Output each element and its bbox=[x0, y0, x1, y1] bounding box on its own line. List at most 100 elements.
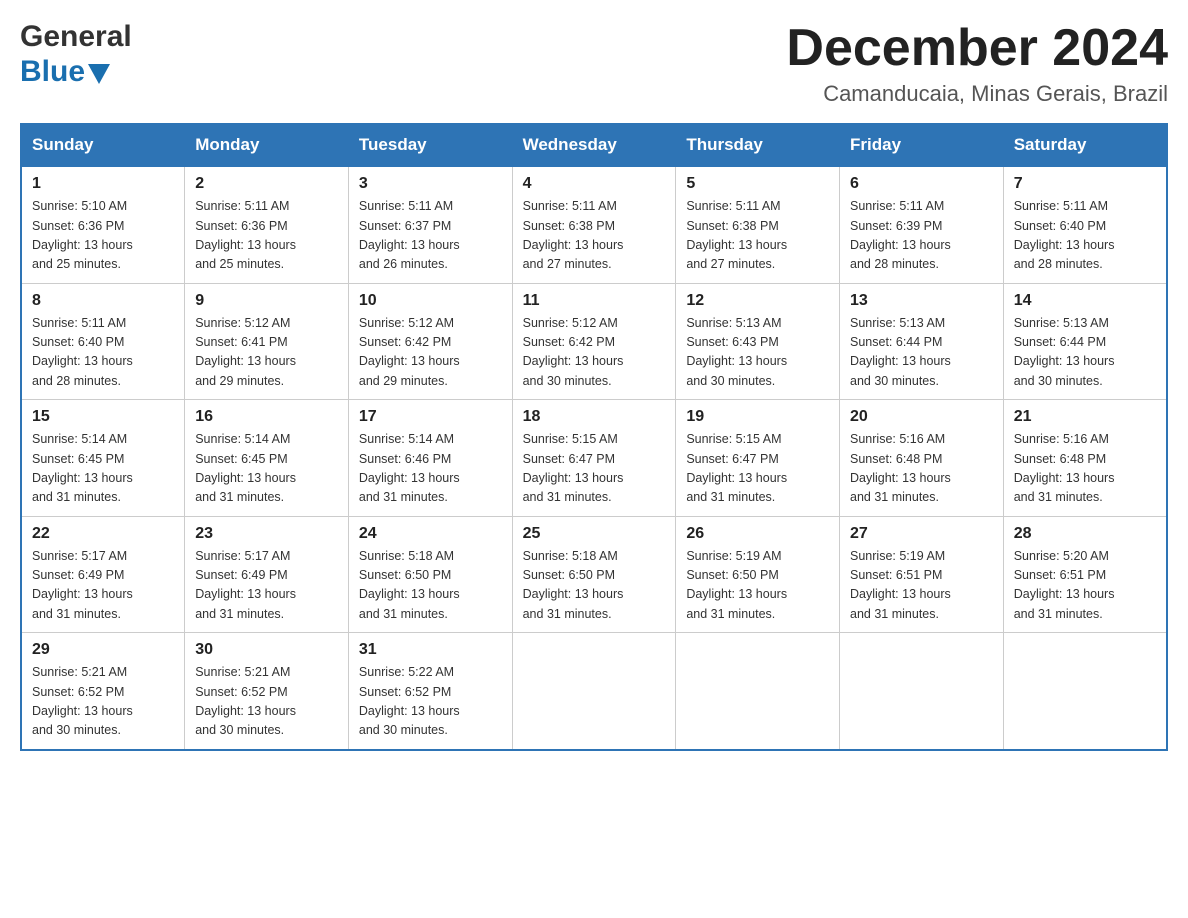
day-info: Sunrise: 5:18 AMSunset: 6:50 PMDaylight:… bbox=[523, 547, 666, 625]
calendar-day-cell: 30 Sunrise: 5:21 AMSunset: 6:52 PMDayligh… bbox=[185, 633, 349, 750]
day-info: Sunrise: 5:21 AMSunset: 6:52 PMDaylight:… bbox=[32, 663, 174, 741]
day-info: Sunrise: 5:13 AMSunset: 6:44 PMDaylight:… bbox=[850, 314, 993, 392]
day-number: 23 bbox=[195, 525, 338, 543]
calendar-day-cell: 18 Sunrise: 5:15 AMSunset: 6:47 PMDayligh… bbox=[512, 400, 676, 517]
day-info: Sunrise: 5:11 AMSunset: 6:37 PMDaylight:… bbox=[359, 197, 502, 275]
calendar-day-cell: 27 Sunrise: 5:19 AMSunset: 6:51 PMDayligh… bbox=[840, 516, 1004, 633]
day-info: Sunrise: 5:11 AMSunset: 6:40 PMDaylight:… bbox=[32, 314, 174, 392]
day-number: 28 bbox=[1014, 525, 1156, 543]
calendar-table: Sunday Monday Tuesday Wednesday Thursday… bbox=[20, 123, 1168, 751]
header-friday: Friday bbox=[840, 124, 1004, 166]
calendar-day-cell: 22Sunrise: 5:17 AMSunset: 6:49 PMDayligh… bbox=[21, 516, 185, 633]
day-number: 25 bbox=[523, 525, 666, 543]
calendar-day-cell: 29Sunrise: 5:21 AMSunset: 6:52 PMDayligh… bbox=[21, 633, 185, 750]
calendar-day-cell: 6 Sunrise: 5:11 AMSunset: 6:39 PMDaylight… bbox=[840, 166, 1004, 283]
day-number: 27 bbox=[850, 525, 993, 543]
calendar-day-cell: 31Sunrise: 5:22 AMSunset: 6:52 PMDayligh… bbox=[348, 633, 512, 750]
calendar-week-row: 1 Sunrise: 5:10 AMSunset: 6:36 PMDaylight… bbox=[21, 166, 1167, 283]
calendar-day-cell bbox=[512, 633, 676, 750]
calendar-week-row: 29Sunrise: 5:21 AMSunset: 6:52 PMDayligh… bbox=[21, 633, 1167, 750]
day-number: 15 bbox=[32, 408, 174, 426]
calendar-day-cell: 7 Sunrise: 5:11 AMSunset: 6:40 PMDaylight… bbox=[1003, 166, 1167, 283]
day-number: 13 bbox=[850, 292, 993, 310]
day-info: Sunrise: 5:19 AMSunset: 6:50 PMDaylight:… bbox=[686, 547, 829, 625]
day-number: 17 bbox=[359, 408, 502, 426]
calendar-week-row: 15 Sunrise: 5:14 AMSunset: 6:45 PMDayligh… bbox=[21, 400, 1167, 517]
day-number: 14 bbox=[1014, 292, 1156, 310]
calendar-location: Camanducaia, Minas Gerais, Brazil bbox=[786, 81, 1168, 107]
day-number: 30 bbox=[195, 641, 338, 659]
calendar-day-cell bbox=[1003, 633, 1167, 750]
day-info: Sunrise: 5:18 AMSunset: 6:50 PMDaylight:… bbox=[359, 547, 502, 625]
day-info: Sunrise: 5:10 AMSunset: 6:36 PMDaylight:… bbox=[32, 197, 174, 275]
day-number: 19 bbox=[686, 408, 829, 426]
day-number: 26 bbox=[686, 525, 829, 543]
calendar-day-cell: 13 Sunrise: 5:13 AMSunset: 6:44 PMDayligh… bbox=[840, 283, 1004, 400]
day-number: 1 bbox=[32, 175, 174, 193]
day-info: Sunrise: 5:15 AMSunset: 6:47 PMDaylight:… bbox=[523, 430, 666, 508]
day-number: 8 bbox=[32, 292, 174, 310]
day-info: Sunrise: 5:14 AMSunset: 6:45 PMDaylight:… bbox=[195, 430, 338, 508]
calendar-day-cell: 14Sunrise: 5:13 AMSunset: 6:44 PMDayligh… bbox=[1003, 283, 1167, 400]
day-info: Sunrise: 5:11 AMSunset: 6:36 PMDaylight:… bbox=[195, 197, 338, 275]
calendar-day-cell: 16 Sunrise: 5:14 AMSunset: 6:45 PMDayligh… bbox=[185, 400, 349, 517]
calendar-week-row: 8 Sunrise: 5:11 AMSunset: 6:40 PMDaylight… bbox=[21, 283, 1167, 400]
calendar-day-cell: 17 Sunrise: 5:14 AMSunset: 6:46 PMDayligh… bbox=[348, 400, 512, 517]
day-info: Sunrise: 5:11 AMSunset: 6:38 PMDaylight:… bbox=[686, 197, 829, 275]
day-info: Sunrise: 5:17 AMSunset: 6:49 PMDaylight:… bbox=[195, 547, 338, 625]
calendar-day-cell: 28Sunrise: 5:20 AMSunset: 6:51 PMDayligh… bbox=[1003, 516, 1167, 633]
calendar-day-cell: 20Sunrise: 5:16 AMSunset: 6:48 PMDayligh… bbox=[840, 400, 1004, 517]
calendar-day-cell bbox=[676, 633, 840, 750]
calendar-day-cell bbox=[840, 633, 1004, 750]
calendar-day-cell: 21 Sunrise: 5:16 AMSunset: 6:48 PMDayligh… bbox=[1003, 400, 1167, 517]
calendar-day-cell: 8 Sunrise: 5:11 AMSunset: 6:40 PMDaylight… bbox=[21, 283, 185, 400]
day-info: Sunrise: 5:11 AMSunset: 6:40 PMDaylight:… bbox=[1014, 197, 1156, 275]
day-number: 11 bbox=[523, 292, 666, 310]
weekday-header-row: Sunday Monday Tuesday Wednesday Thursday… bbox=[21, 124, 1167, 166]
day-info: Sunrise: 5:11 AMSunset: 6:39 PMDaylight:… bbox=[850, 197, 993, 275]
day-number: 2 bbox=[195, 175, 338, 193]
calendar-day-cell: 25 Sunrise: 5:18 AMSunset: 6:50 PMDayligh… bbox=[512, 516, 676, 633]
day-info: Sunrise: 5:12 AMSunset: 6:42 PMDaylight:… bbox=[523, 314, 666, 392]
calendar-day-cell: 26 Sunrise: 5:19 AMSunset: 6:50 PMDayligh… bbox=[676, 516, 840, 633]
calendar-day-cell: 2 Sunrise: 5:11 AMSunset: 6:36 PMDaylight… bbox=[185, 166, 349, 283]
day-number: 6 bbox=[850, 175, 993, 193]
day-number: 21 bbox=[1014, 408, 1156, 426]
day-number: 12 bbox=[686, 292, 829, 310]
day-number: 24 bbox=[359, 525, 502, 543]
day-info: Sunrise: 5:12 AMSunset: 6:41 PMDaylight:… bbox=[195, 314, 338, 392]
day-number: 3 bbox=[359, 175, 502, 193]
header-sunday: Sunday bbox=[21, 124, 185, 166]
header-thursday: Thursday bbox=[676, 124, 840, 166]
logo-line1: General bbox=[20, 20, 132, 55]
day-number: 16 bbox=[195, 408, 338, 426]
day-info: Sunrise: 5:12 AMSunset: 6:42 PMDaylight:… bbox=[359, 314, 502, 392]
day-info: Sunrise: 5:19 AMSunset: 6:51 PMDaylight:… bbox=[850, 547, 993, 625]
calendar-day-cell: 4Sunrise: 5:11 AMSunset: 6:38 PMDaylight… bbox=[512, 166, 676, 283]
day-info: Sunrise: 5:16 AMSunset: 6:48 PMDaylight:… bbox=[850, 430, 993, 508]
day-info: Sunrise: 5:13 AMSunset: 6:43 PMDaylight:… bbox=[686, 314, 829, 392]
day-number: 18 bbox=[523, 408, 666, 426]
day-info: Sunrise: 5:17 AMSunset: 6:49 PMDaylight:… bbox=[32, 547, 174, 625]
page-header: General Blue December 2024 Camanducaia, … bbox=[20, 20, 1168, 107]
day-number: 4 bbox=[523, 175, 666, 193]
calendar-day-cell: 19Sunrise: 5:15 AMSunset: 6:47 PMDayligh… bbox=[676, 400, 840, 517]
calendar-day-cell: 11 Sunrise: 5:12 AMSunset: 6:42 PMDayligh… bbox=[512, 283, 676, 400]
day-info: Sunrise: 5:14 AMSunset: 6:45 PMDaylight:… bbox=[32, 430, 174, 508]
day-number: 5 bbox=[686, 175, 829, 193]
day-info: Sunrise: 5:14 AMSunset: 6:46 PMDaylight:… bbox=[359, 430, 502, 508]
calendar-day-cell: 12 Sunrise: 5:13 AMSunset: 6:43 PMDayligh… bbox=[676, 283, 840, 400]
calendar-day-cell: 5 Sunrise: 5:11 AMSunset: 6:38 PMDaylight… bbox=[676, 166, 840, 283]
logo-arrow-icon bbox=[88, 64, 110, 84]
day-info: Sunrise: 5:22 AMSunset: 6:52 PMDaylight:… bbox=[359, 663, 502, 741]
day-info: Sunrise: 5:21 AMSunset: 6:52 PMDaylight:… bbox=[195, 663, 338, 741]
day-info: Sunrise: 5:16 AMSunset: 6:48 PMDaylight:… bbox=[1014, 430, 1156, 508]
header-wednesday: Wednesday bbox=[512, 124, 676, 166]
header-saturday: Saturday bbox=[1003, 124, 1167, 166]
day-number: 7 bbox=[1014, 175, 1156, 193]
calendar-day-cell: 10Sunrise: 5:12 AMSunset: 6:42 PMDayligh… bbox=[348, 283, 512, 400]
calendar-month-year: December 2024 bbox=[786, 20, 1168, 77]
calendar-day-cell: 24 Sunrise: 5:18 AMSunset: 6:50 PMDayligh… bbox=[348, 516, 512, 633]
header-tuesday: Tuesday bbox=[348, 124, 512, 166]
logo: General Blue bbox=[20, 20, 132, 89]
